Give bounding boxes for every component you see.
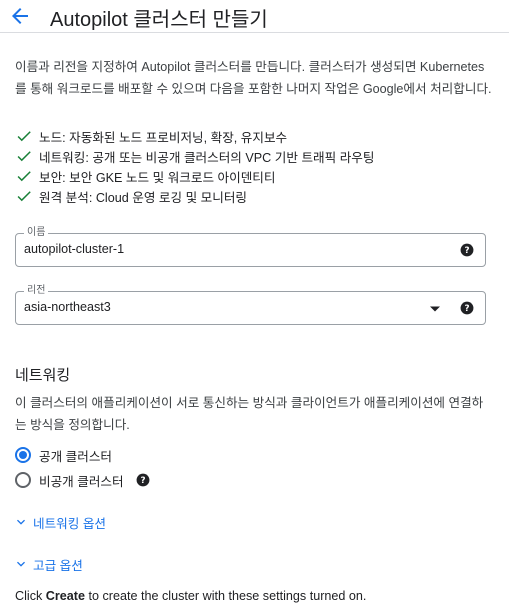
feature-text: 노드: 자동화된 노드 프로비저닝, 확장, 유지보수 <box>39 130 288 145</box>
help-icon[interactable]: ? <box>460 243 474 257</box>
feature-item: 노드: 자동화된 노드 프로비저닝, 확장, 유지보수 <box>15 126 374 146</box>
region-label: 리전 <box>24 284 49 298</box>
chevron-down-icon <box>17 561 25 567</box>
svg-text:?: ? <box>140 476 145 486</box>
public-cluster-label[interactable]: 공개 클러스터 <box>39 446 112 465</box>
help-icon[interactable]: ? <box>136 473 150 487</box>
feature-text: 원격 분석: Cloud 운영 로깅 및 모니터링 <box>39 190 248 205</box>
page-title: Autopilot 클러스터 만들기 <box>50 9 268 31</box>
networking-options-link[interactable]: 네트워킹 옵션 <box>33 513 106 532</box>
page-header: Autopilot 클러스터 만들기 <box>0 0 509 32</box>
svg-text:?: ? <box>464 304 469 314</box>
advanced-options-expander[interactable]: 고급 옵션 <box>13 555 83 573</box>
cluster-name-field[interactable]: 이름 autopilot-cluster-1 ? <box>15 226 486 267</box>
advanced-options-link[interactable]: 고급 옵션 <box>33 555 83 574</box>
help-icon[interactable]: ? <box>460 301 474 315</box>
back-button[interactable] <box>8 4 32 28</box>
footer-text: Click Create to create the cluster with … <box>15 589 366 603</box>
feature-text: 네트워킹: 공개 또는 비공개 클러스터의 VPC 기반 트래픽 라우팅 <box>39 150 375 165</box>
networking-title: 네트워킹 <box>15 367 71 384</box>
feature-item: 네트워킹: 공개 또는 비공개 클러스터의 VPC 기반 트래픽 라우팅 <box>15 146 374 166</box>
feature-item: 원격 분석: Cloud 운영 로깅 및 모니터링 <box>15 186 374 206</box>
networking-options-expander[interactable]: 네트워킹 옵션 <box>13 513 106 531</box>
feature-item: 보안: 보안 GKE 노드 및 워크로드 아이덴티티 <box>15 166 374 186</box>
public-cluster-radio[interactable]: 공개 클러스터 <box>15 446 112 464</box>
cluster-name-label: 이름 <box>24 226 49 240</box>
arrow-back-icon <box>12 8 28 24</box>
private-cluster-radio[interactable]: 비공개 클러스터 ? <box>15 471 150 489</box>
private-cluster-label[interactable]: 비공개 클러스터 <box>39 471 124 490</box>
footer-suffix: to create the cluster with these setting… <box>85 589 367 603</box>
check-icon <box>17 131 31 142</box>
header-divider <box>0 32 509 33</box>
networking-description: 이 클러스터의 애플리케이션이 서로 통신하는 방식과 클라이언트가 애플리케이… <box>15 396 484 432</box>
check-icon <box>17 151 31 162</box>
cluster-name-value[interactable]: autopilot-cluster-1 <box>24 242 124 256</box>
footer-prefix: Click <box>15 589 46 603</box>
radio-unchecked-icon[interactable] <box>15 472 31 488</box>
region-value[interactable]: asia-northeast3 <box>24 300 111 314</box>
chevron-down-icon <box>17 519 25 525</box>
feature-list: 노드: 자동화된 노드 프로비저닝, 확장, 유지보수 네트워킹: 공개 또는 … <box>15 126 374 206</box>
intro-text: 이름과 리전을 지정하여 Autopilot 클러스터를 만듭니다. 클러스터가… <box>15 60 492 96</box>
check-icon <box>17 191 31 202</box>
dropdown-arrow-icon[interactable] <box>429 303 441 315</box>
svg-text:?: ? <box>464 246 469 256</box>
check-icon <box>17 171 31 182</box>
radio-checked-icon[interactable] <box>15 447 31 463</box>
feature-text: 보안: 보안 GKE 노드 및 워크로드 아이덴티티 <box>39 170 276 185</box>
footer-create-word: Create <box>45 589 85 603</box>
region-select[interactable]: 리전 asia-northeast3 ? <box>15 284 486 325</box>
